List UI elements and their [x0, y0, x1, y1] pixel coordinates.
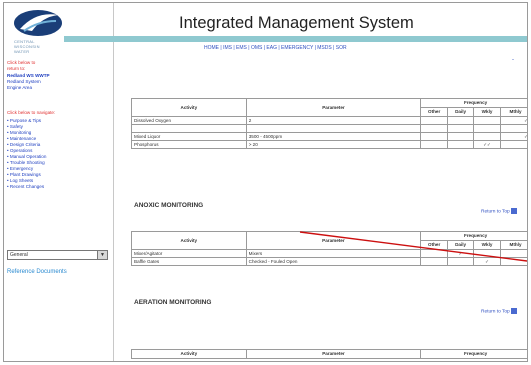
annotation-line — [299, 231, 527, 262]
window-frame: CENTRAL WISCONSIN WATER Click below to r… — [3, 2, 528, 362]
